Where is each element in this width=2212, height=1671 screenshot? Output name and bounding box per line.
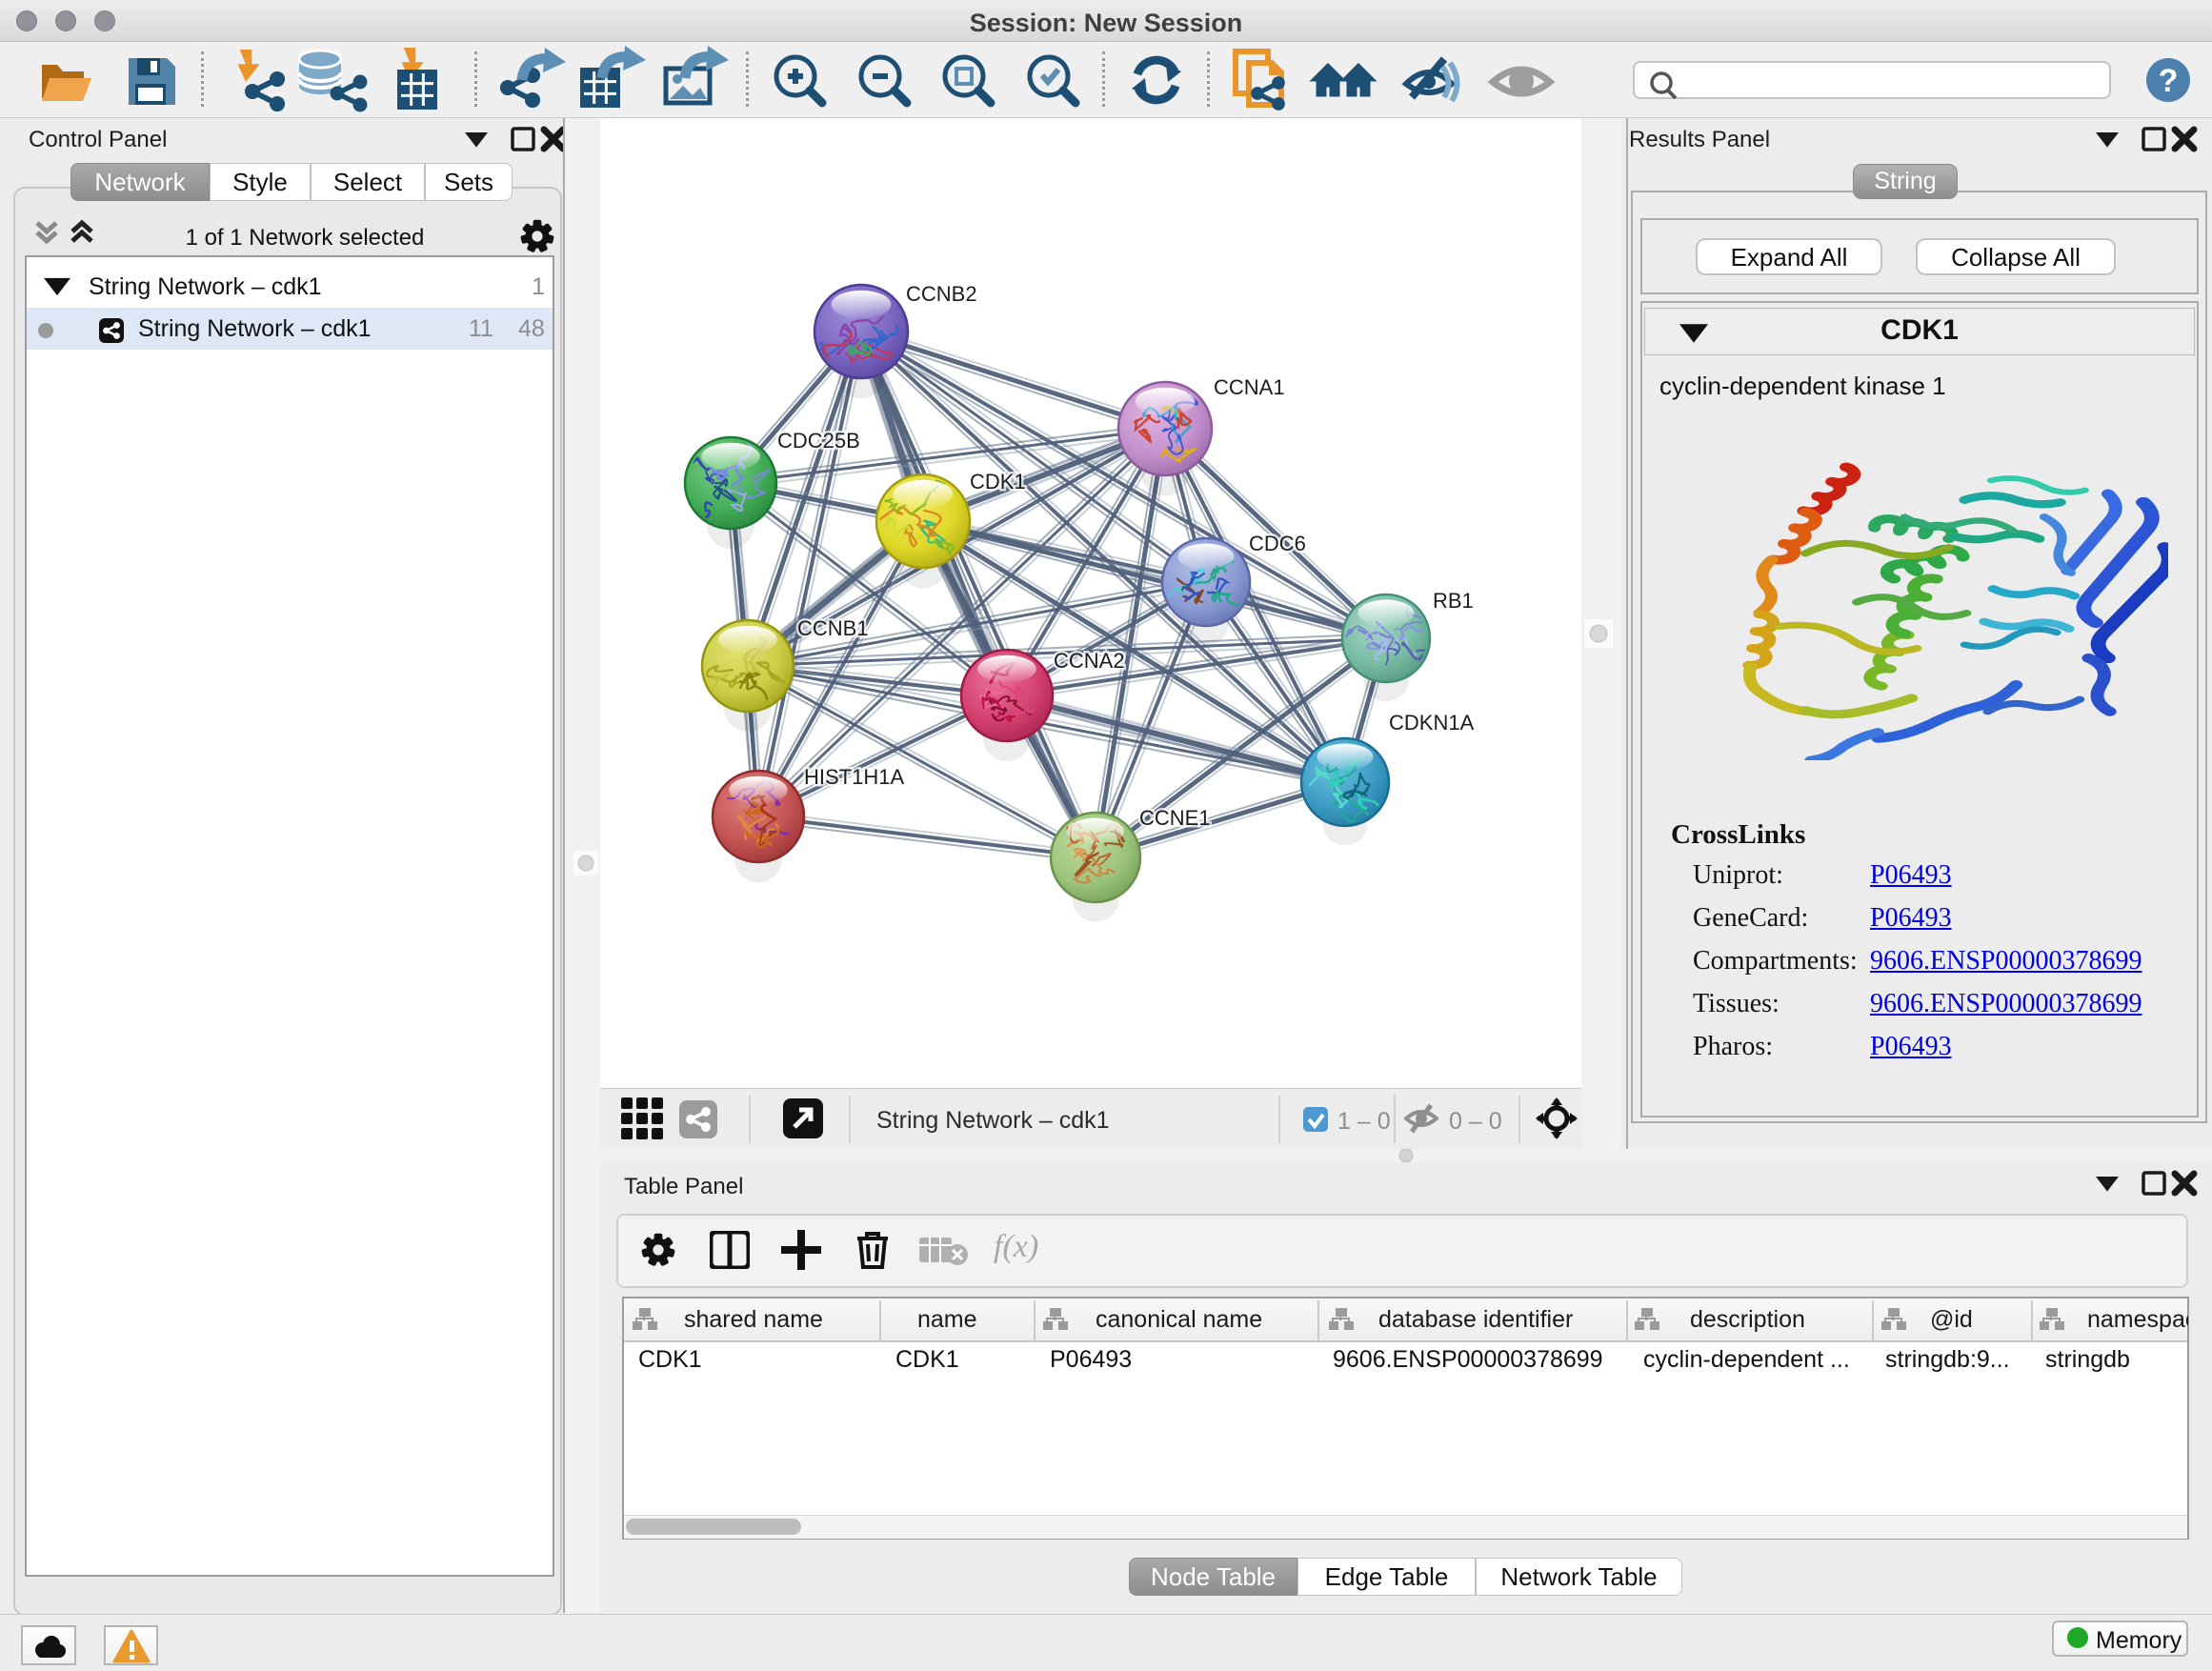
- svg-text:CDK1: CDK1: [970, 470, 1026, 493]
- svg-text:CCNB2: CCNB2: [906, 282, 977, 306]
- svg-text:CDKN1A: CDKN1A: [1389, 711, 1475, 735]
- svg-text:CCNE1: CCNE1: [1139, 806, 1211, 830]
- svg-text:CDC25B: CDC25B: [777, 429, 860, 453]
- svg-text:CDC6: CDC6: [1249, 532, 1306, 555]
- svg-text:CCNA2: CCNA2: [1054, 649, 1125, 673]
- svg-text:CCNB1: CCNB1: [797, 616, 869, 640]
- svg-text:CCNA1: CCNA1: [1214, 375, 1285, 399]
- svg-text:RB1: RB1: [1433, 589, 1474, 613]
- svg-text:HIST1H1A: HIST1H1A: [804, 765, 904, 789]
